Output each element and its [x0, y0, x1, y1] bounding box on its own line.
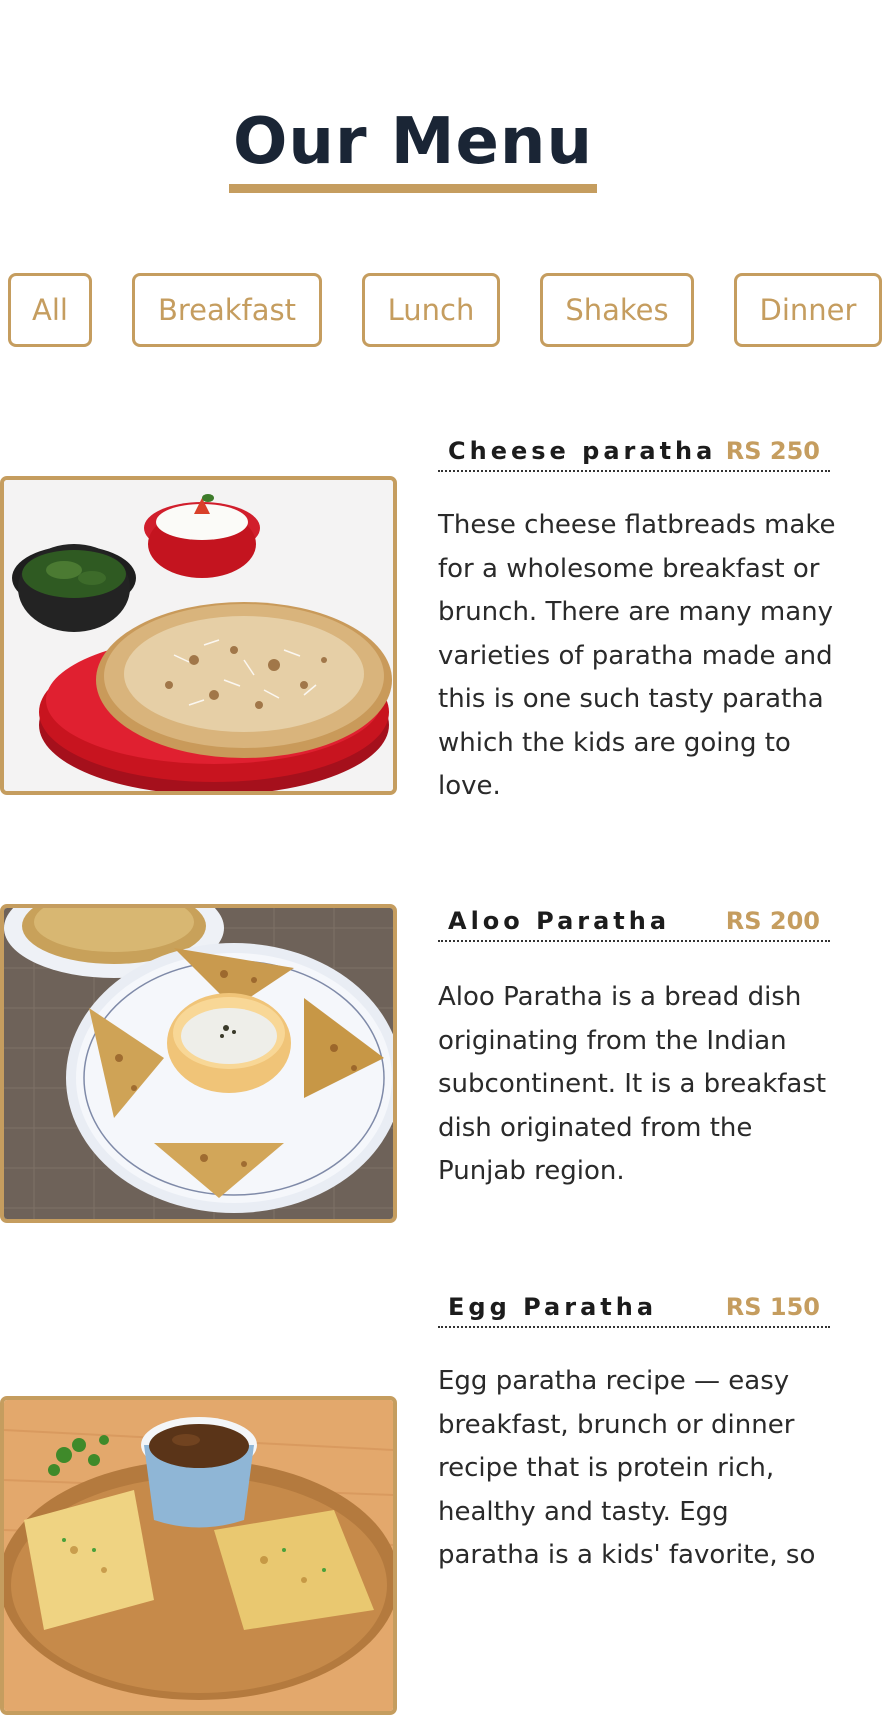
menu-item-name: Aloo Paratha — [448, 907, 671, 935]
filter-button-all[interactable]: All — [8, 273, 92, 347]
filter-button-breakfast[interactable]: Breakfast — [132, 273, 322, 347]
cheese-paratha-photo — [0, 476, 397, 795]
menu-title-wrap: Our Menu — [0, 100, 826, 193]
page-title: Our Menu — [228, 100, 598, 193]
menu-item-description: These cheese flatbreads make for a whole… — [438, 510, 836, 801]
filter-button-lunch[interactable]: Lunch — [362, 273, 500, 347]
menu-item-header: Aloo Paratha RS 200 — [438, 906, 830, 942]
menu-item-header: Cheese paratha RS 250 — [438, 436, 830, 472]
menu-item-header: Egg Paratha RS 150 — [438, 1292, 830, 1328]
menu-item-price: RS 200 — [725, 907, 820, 935]
menu-item-description: Egg paratha recipe — easy breakfast, bru… — [438, 1366, 816, 1570]
aloo-paratha-photo — [0, 904, 397, 1223]
filter-button-dinner[interactable]: Dinner — [734, 273, 882, 347]
menu-item-name: Egg Paratha — [448, 1293, 658, 1321]
menu-item-description: Aloo Paratha is a bread dish originating… — [438, 982, 827, 1186]
menu-item-price: RS 250 — [725, 437, 820, 465]
menu-item-name: Cheese paratha — [448, 437, 717, 465]
egg-paratha-photo — [0, 1396, 397, 1715]
filter-button-shakes[interactable]: Shakes — [540, 273, 694, 347]
menu-item-price: RS 150 — [725, 1293, 820, 1321]
